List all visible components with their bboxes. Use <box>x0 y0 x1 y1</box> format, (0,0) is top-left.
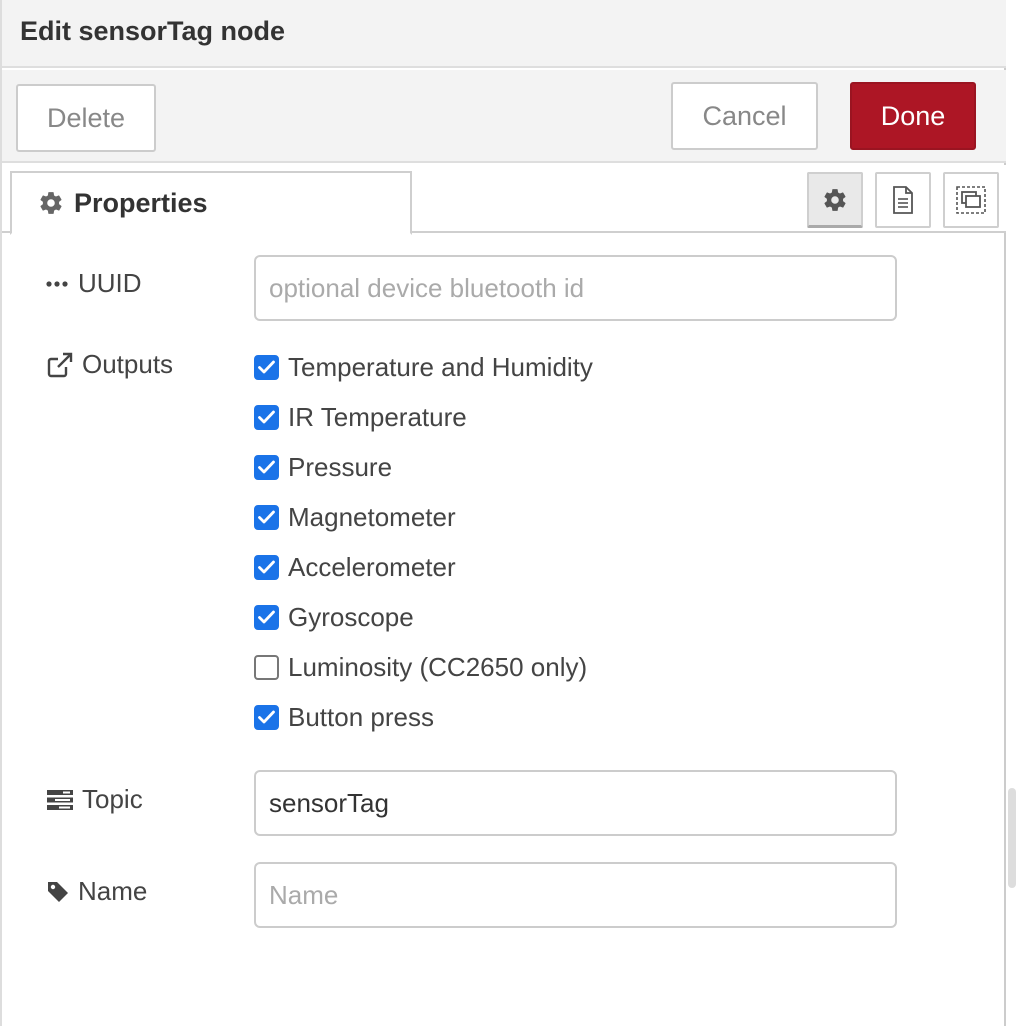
output-option[interactable]: Gyroscope <box>254 597 414 637</box>
gear-icon <box>822 187 848 213</box>
output-option-label: Temperature and Humidity <box>288 351 593 382</box>
tray-header: Edit sensorTag node <box>2 0 1006 68</box>
output-option-label: Button press <box>288 701 434 732</box>
outputs-label: Outputs <box>46 349 173 380</box>
output-checkbox[interactable] <box>254 454 279 480</box>
cancel-button[interactable]: Cancel <box>671 82 818 150</box>
topic-label: Topic <box>46 784 143 815</box>
output-option[interactable]: Temperature and Humidity <box>254 347 593 387</box>
output-checkbox[interactable] <box>254 404 279 430</box>
uuid-label: UUID <box>46 268 142 299</box>
checkmark-icon <box>258 510 275 524</box>
node-properties-tab-button[interactable] <box>807 172 863 228</box>
document-icon <box>890 185 916 215</box>
checkmark-icon <box>258 410 275 424</box>
node-description-tab-button[interactable] <box>875 172 931 228</box>
edit-tray: Edit sensorTag node Delete Cancel Done P… <box>0 0 1006 1026</box>
tab-properties-label: Properties <box>74 187 208 218</box>
checkmark-icon <box>258 460 275 474</box>
output-checkbox[interactable] <box>254 554 279 580</box>
outputs-label-text: Outputs <box>82 349 174 379</box>
output-checkbox[interactable] <box>254 704 279 730</box>
delete-button[interactable]: Delete <box>16 84 156 152</box>
checkmark-icon <box>258 560 275 574</box>
output-checkbox[interactable] <box>254 354 279 380</box>
output-option[interactable]: IR Temperature <box>254 397 467 437</box>
ellipsis-icon <box>46 279 70 289</box>
topic-input[interactable] <box>254 770 897 836</box>
tasks-icon <box>46 789 74 811</box>
external-link-icon <box>46 351 74 379</box>
tag-icon <box>46 880 70 904</box>
output-option-label: Pressure <box>288 451 393 482</box>
tab-properties[interactable]: Properties <box>10 171 412 235</box>
output-option[interactable]: Luminosity (CC2650 only) <box>254 647 587 687</box>
output-option-label: IR Temperature <box>288 401 467 432</box>
name-input[interactable] <box>254 862 897 928</box>
done-button[interactable]: Done <box>850 82 976 150</box>
checkmark-icon <box>258 610 275 624</box>
uuid-label-text: UUID <box>78 268 142 298</box>
tab-bar: Properties <box>2 165 1006 235</box>
output-option[interactable]: Pressure <box>254 447 392 487</box>
output-option-label: Luminosity (CC2650 only) <box>288 651 588 682</box>
name-label: Name <box>46 876 147 907</box>
scrollbar-thumb[interactable] <box>1008 788 1016 888</box>
page-title: Edit sensorTag node <box>20 16 286 46</box>
output-checkbox[interactable] <box>254 654 279 680</box>
appearance-icon <box>955 185 987 215</box>
output-option[interactable]: Magnetometer <box>254 497 456 537</box>
output-option[interactable]: Button press <box>254 697 434 737</box>
node-appearance-tab-button[interactable] <box>943 172 999 228</box>
uuid-input[interactable] <box>254 255 897 321</box>
output-option-label: Accelerometer <box>288 551 456 582</box>
checkmark-icon <box>258 710 275 724</box>
output-checkbox[interactable] <box>254 604 279 630</box>
topic-label-text: Topic <box>82 784 143 814</box>
name-label-text: Name <box>78 876 148 906</box>
output-option-label: Magnetometer <box>288 501 456 532</box>
gear-icon <box>38 190 64 216</box>
output-option[interactable]: Accelerometer <box>254 547 456 587</box>
checkmark-icon <box>258 360 275 374</box>
output-option-label: Gyroscope <box>288 601 414 632</box>
output-checkbox[interactable] <box>254 504 279 530</box>
tray-toolbar: Delete Cancel Done <box>2 70 1006 163</box>
